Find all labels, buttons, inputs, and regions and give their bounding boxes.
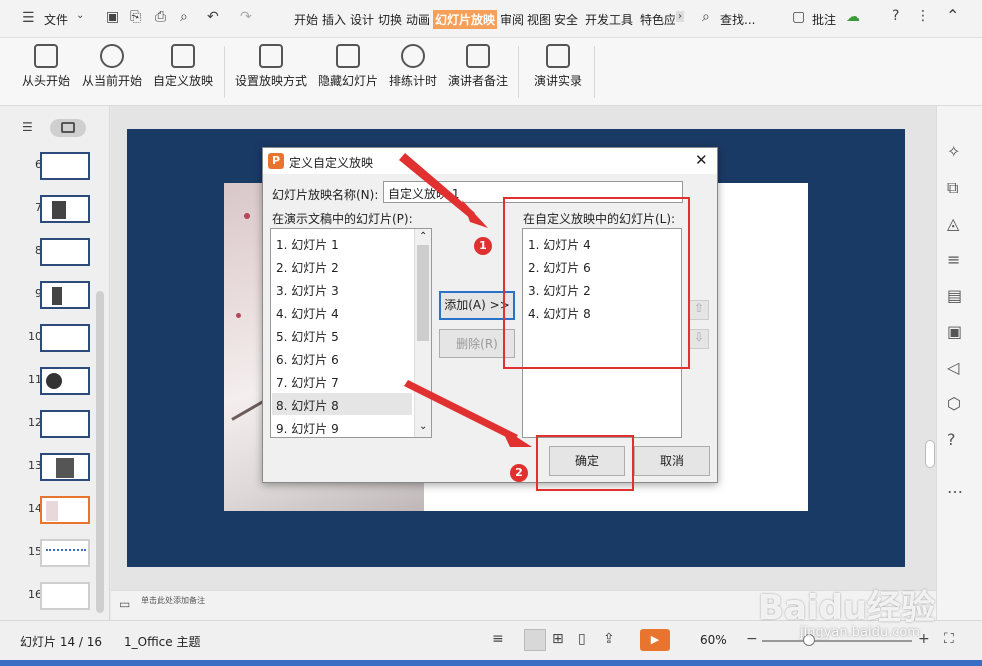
normal-view-icon[interactable] — [524, 629, 546, 651]
theme-name[interactable]: 1_Office 主题 — [124, 633, 200, 650]
arrow-shaft — [404, 380, 518, 441]
arrow-shaft — [399, 153, 475, 219]
play-icon[interactable]: ▶ — [640, 629, 670, 651]
zoom-level[interactable]: 60% — [700, 633, 727, 647]
annotation-arrows — [399, 153, 532, 447]
baidu-watermark: Baidu经验 — [758, 588, 936, 628]
reading-view-icon[interactable]: ▯ — [578, 631, 586, 647]
grid-view-icon[interactable]: ⊞ — [552, 631, 564, 647]
zoom-slider[interactable] — [762, 640, 912, 642]
slide-counter: 幻灯片 14 / 16 — [20, 635, 103, 649]
arrow-head — [500, 426, 532, 447]
fit-window-icon[interactable]: ⛶ — [944, 631, 954, 647]
watermark-url: jingyan.baidu.com — [800, 625, 920, 640]
notes-toggle-icon[interactable]: ≡ — [492, 631, 504, 647]
zoom-out-icon[interactable]: − — [746, 631, 758, 647]
taskbar-strip — [0, 660, 982, 666]
share-icon[interactable]: ⇪ — [603, 631, 615, 647]
